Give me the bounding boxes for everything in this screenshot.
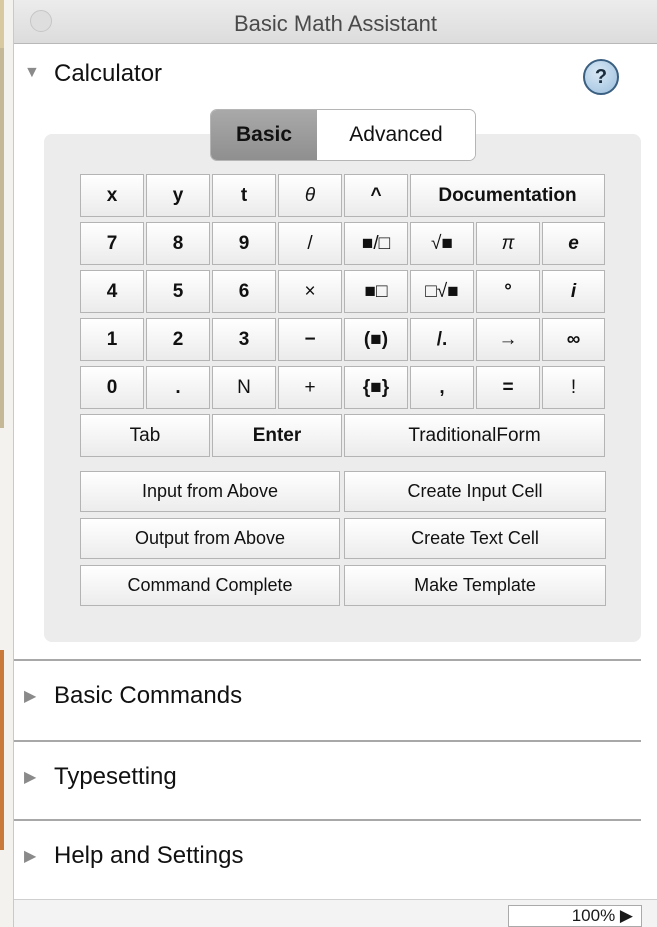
keypad-key[interactable]: 6 — [212, 270, 276, 313]
action-button[interactable]: Command Complete — [80, 565, 340, 606]
keypad-key[interactable]: 2 — [146, 318, 210, 361]
tab-basic[interactable]: Basic — [211, 110, 317, 160]
section-divider — [14, 819, 641, 821]
keypad-key[interactable]: 1 — [80, 318, 144, 361]
zoom-level: 100% — [571, 906, 616, 925]
keypad-key[interactable]: π — [476, 222, 540, 265]
keypad-key[interactable]: 4 — [80, 270, 144, 313]
mode-tabs: Basic Advanced — [210, 109, 476, 161]
keypad-key[interactable]: y — [146, 174, 210, 217]
keypad-key[interactable]: Tab — [80, 414, 210, 457]
keypad-key[interactable]: 3 — [212, 318, 276, 361]
action-button[interactable]: Output from Above — [80, 518, 340, 559]
keypad-key[interactable]: / — [278, 222, 342, 265]
keypad-key[interactable]: ■/□ — [344, 222, 408, 265]
keypad-key[interactable]: □√■ — [410, 270, 474, 313]
window-title: Basic Math Assistant — [234, 11, 437, 36]
keypad-key[interactable]: (■) — [344, 318, 408, 361]
section-divider — [14, 740, 641, 742]
keypad-key[interactable]: ∞ — [542, 318, 605, 361]
disclosure-closed-icon: ▶ — [24, 848, 37, 865]
section-title-typesetting: Typesetting — [54, 763, 177, 790]
keypad-key[interactable]: √■ — [410, 222, 474, 265]
action-button[interactable]: Make Template — [344, 565, 606, 606]
tab-advanced[interactable]: Advanced — [317, 110, 475, 160]
keypad-key[interactable]: N — [212, 366, 276, 409]
keypad-key[interactable]: → — [476, 318, 540, 361]
section-header-help-settings[interactable]: ▶ Help and Settings — [14, 822, 657, 882]
disclosure-open-icon: ▼ — [24, 64, 40, 81]
action-button[interactable]: Create Input Cell — [344, 471, 606, 512]
keypad-key[interactable]: × — [278, 270, 342, 313]
action-button[interactable]: Input from Above — [80, 471, 340, 512]
keypad-key[interactable]: Documentation — [410, 174, 605, 217]
disclosure-closed-icon: ▶ — [24, 769, 37, 786]
section-title-basic-commands: Basic Commands — [54, 682, 243, 709]
keypad-key[interactable]: TraditionalForm — [344, 414, 605, 457]
keypad-key[interactable]: 0 — [80, 366, 144, 409]
zoom-control[interactable]: 100% ▶ — [508, 905, 642, 927]
section-header-calculator[interactable]: ▼ Calculator — [14, 44, 657, 104]
section-divider — [14, 659, 641, 661]
keypad-key[interactable]: ■□ — [344, 270, 408, 313]
disclosure-closed-icon: ▶ — [24, 688, 37, 705]
keypad-key[interactable]: 8 — [146, 222, 210, 265]
section-title-calculator: Calculator — [54, 60, 163, 87]
keypad-key[interactable]: 7 — [80, 222, 144, 265]
keypad-key[interactable]: 5 — [146, 270, 210, 313]
window-titlebar[interactable]: Basic Math Assistant — [14, 0, 657, 44]
section-header-basic-commands[interactable]: ▶ Basic Commands — [14, 662, 657, 722]
keypad-key[interactable]: i — [542, 270, 605, 313]
keypad-key[interactable]: , — [410, 366, 474, 409]
action-button[interactable]: Create Text Cell — [344, 518, 606, 559]
keypad-key[interactable]: t — [212, 174, 276, 217]
keypad-key[interactable]: ! — [542, 366, 605, 409]
keypad-key[interactable]: x — [80, 174, 144, 217]
keypad-key[interactable]: {■} — [344, 366, 408, 409]
keypad-key[interactable]: ^ — [344, 174, 408, 217]
keypad-key[interactable]: = — [476, 366, 540, 409]
keypad-key[interactable]: e — [542, 222, 605, 265]
keypad-key[interactable]: ° — [476, 270, 540, 313]
keypad-key[interactable]: + — [278, 366, 342, 409]
section-header-typesetting[interactable]: ▶ Typesetting — [14, 743, 657, 803]
keypad-key[interactable]: /. — [410, 318, 474, 361]
keypad-key[interactable]: Enter — [212, 414, 342, 457]
zoom-menu-arrow-icon: ▶ — [619, 906, 633, 925]
keypad-key[interactable]: 9 — [212, 222, 276, 265]
help-button[interactable]: ? — [583, 59, 619, 95]
left-window-edge — [0, 0, 14, 927]
section-title-help-settings: Help and Settings — [54, 842, 244, 869]
keypad-key[interactable]: θ — [278, 174, 342, 217]
keypad-key[interactable]: − — [278, 318, 342, 361]
keypad-key[interactable]: . — [146, 366, 210, 409]
